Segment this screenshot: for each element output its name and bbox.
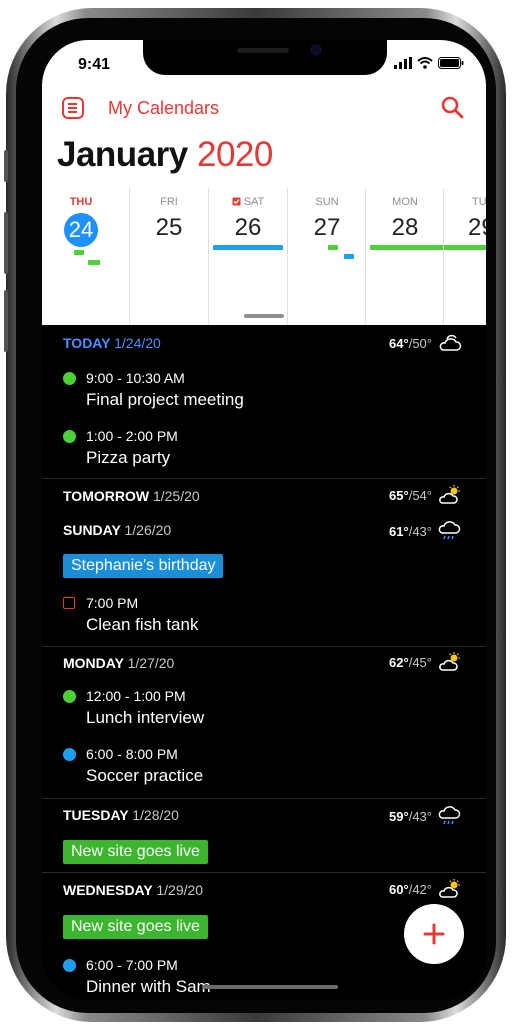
section-divider: [42, 646, 486, 647]
day-header-tuesday: TUESDAY 1/28/20: [63, 807, 179, 823]
rain-cloud-icon: [438, 806, 461, 825]
event-time: 12:00 - 1:00 PM: [86, 688, 186, 704]
screen: 9:41 My Calendars January 2020 THU 24 FR…: [42, 40, 486, 1000]
search-icon[interactable]: [440, 95, 464, 119]
day-header-tomorrow: TOMORROW 1/25/20: [63, 488, 200, 504]
today-number: 24: [64, 213, 98, 247]
task-checkbox[interactable]: [63, 597, 75, 609]
day-header-today: TODAY 1/24/20: [63, 335, 161, 351]
header-row: My Calendars: [42, 95, 486, 125]
task-title[interactable]: Clean fish tank: [86, 615, 198, 635]
event-title[interactable]: Soccer practice: [86, 766, 203, 786]
volume-up-button: [4, 212, 8, 274]
event-title[interactable]: Lunch interview: [86, 708, 204, 728]
event-time: 9:00 - 10:30 AM: [86, 370, 185, 386]
event-title[interactable]: Final project meeting: [86, 390, 244, 410]
event-dot: [63, 959, 76, 972]
day-col-tue[interactable]: TU 29: [444, 188, 486, 325]
weather-tuesday: 59°/43°: [389, 804, 462, 828]
allday-event[interactable]: New site goes live: [63, 840, 208, 864]
status-icons: [394, 57, 464, 69]
day-col-mon[interactable]: MON 28: [366, 188, 486, 325]
agenda-list: TODAY 1/24/20 64°/50° 9:00 - 10:30 AM Fi…: [42, 325, 486, 1000]
signal-icon: [394, 57, 412, 69]
partly-cloudy-icon: [439, 334, 462, 351]
weather-wednesday: 60°/42°: [389, 879, 462, 899]
menu-icon[interactable]: [62, 97, 84, 119]
drag-handle[interactable]: [244, 314, 284, 318]
weather-sunday: 61°/43°: [389, 519, 462, 543]
year-label: 2020: [196, 135, 273, 174]
event-time: 6:00 - 8:00 PM: [86, 746, 178, 762]
day-col-sun[interactable]: SUN 27: [288, 188, 366, 325]
event-marker: [328, 245, 338, 250]
sunny-cloudy-icon: [439, 652, 460, 671]
day-col-fri[interactable]: FRI 25: [130, 188, 208, 325]
wifi-icon: [417, 57, 433, 69]
sunny-cloudy-icon: [439, 485, 460, 504]
rain-cloud-icon: [438, 521, 461, 540]
notch: [143, 40, 387, 75]
weather-today: 64°/50°: [389, 333, 462, 353]
event-title[interactable]: Dinner with Sam: [86, 977, 211, 997]
section-divider: [42, 872, 486, 873]
event-dot: [63, 430, 76, 443]
week-strip: THU 24 FRI 25 SAT 26 SUN 27 MON 28 TU 2: [42, 188, 486, 325]
day-header-sunday: SUNDAY 1/26/20: [63, 522, 172, 538]
day-header-wednesday: WEDNESDAY 1/29/20: [63, 882, 204, 898]
plus-icon: [423, 923, 445, 945]
checkbox-icon: [232, 197, 241, 206]
day-header-monday: MONDAY 1/27/20: [63, 655, 175, 671]
event-marker: [88, 260, 100, 265]
event-dot: [63, 372, 76, 385]
allday-event[interactable]: New site goes live: [63, 915, 208, 939]
status-time: 9:41: [78, 56, 111, 73]
task-time: 7:00 PM: [86, 595, 139, 611]
battery-icon: [438, 57, 464, 69]
sunny-cloudy-icon: [439, 879, 460, 898]
event-title[interactable]: Pizza party: [86, 448, 170, 468]
event-marker: [74, 250, 84, 255]
event-dot: [63, 748, 76, 761]
event-marker: [213, 245, 283, 250]
home-indicator[interactable]: [202, 985, 338, 989]
weather-tomorrow: 65°/54°: [389, 485, 462, 505]
section-divider: [42, 798, 486, 799]
event-dot: [63, 690, 76, 703]
my-calendars-button[interactable]: My Calendars: [108, 98, 219, 119]
day-col-sat[interactable]: SAT 26: [209, 188, 287, 325]
mute-switch: [4, 150, 8, 182]
event-time: 6:00 - 7:00 PM: [86, 957, 178, 973]
event-marker: [344, 254, 354, 259]
weather-monday: 62°/45°: [389, 652, 462, 672]
allday-event[interactable]: Stephanie's birthday: [63, 554, 224, 578]
event-time: 1:00 - 2:00 PM: [86, 428, 178, 444]
front-camera: [310, 44, 322, 56]
speaker: [237, 48, 289, 53]
section-divider: [42, 478, 486, 479]
calendar-header-area: 9:41 My Calendars January 2020 THU 24 FR…: [42, 40, 486, 325]
month-title: January 2020: [57, 135, 273, 174]
add-event-button[interactable]: [404, 904, 464, 964]
day-col-thu[interactable]: THU 24: [42, 188, 120, 325]
volume-down-button: [4, 290, 8, 352]
